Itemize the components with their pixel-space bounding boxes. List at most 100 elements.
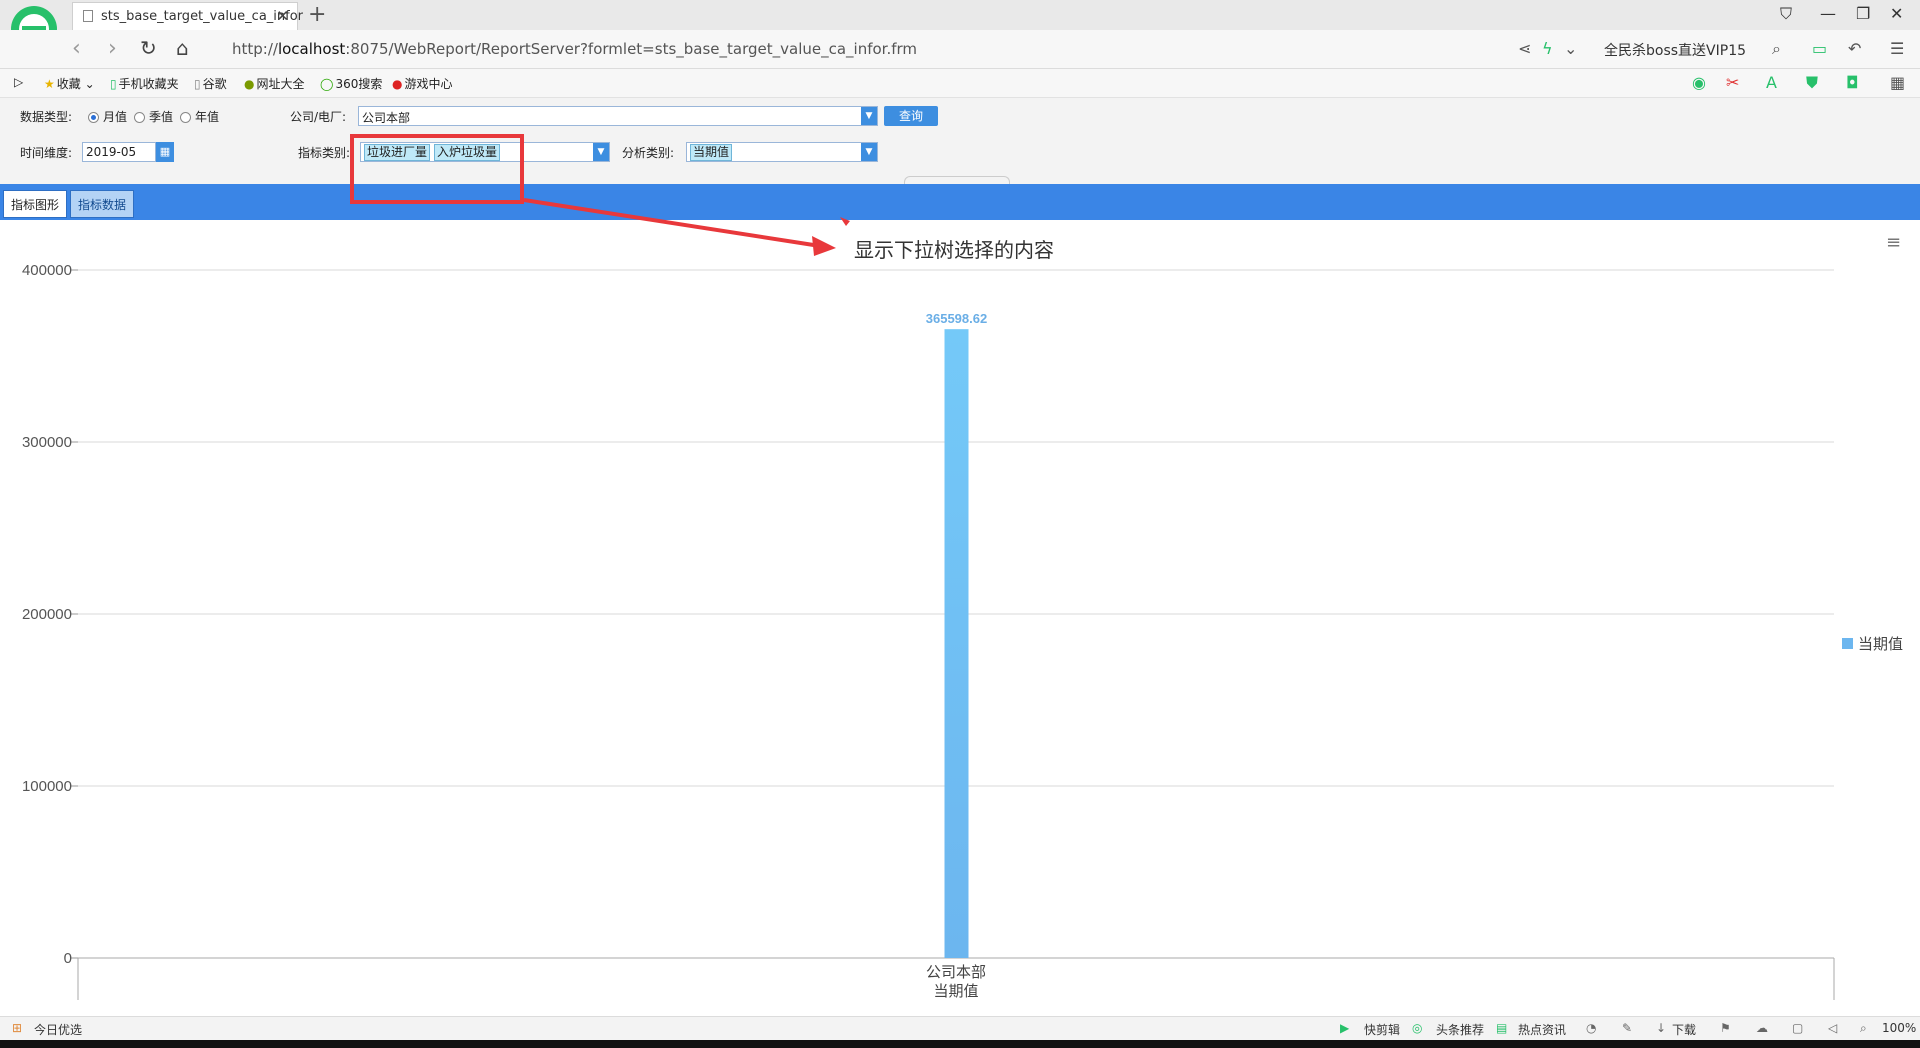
tab-indicator-data[interactable]: 指标数据 bbox=[70, 190, 135, 218]
dropdown-arrow-icon[interactable]: ▼ bbox=[593, 143, 609, 161]
bookmark-google[interactable]: ▯ 谷歌 bbox=[194, 75, 227, 92]
analysis-select[interactable]: 当期值 ▼ bbox=[686, 142, 878, 162]
analysis-label: 分析类别: bbox=[622, 146, 675, 160]
bookmark-label: 手机收藏夹 bbox=[118, 77, 179, 91]
chart-bar bbox=[944, 329, 969, 958]
globe-icon: ● bbox=[244, 77, 255, 91]
promo-link[interactable]: 全民杀boss直送VIP15 bbox=[1604, 40, 1746, 60]
legend-label: 当期值 bbox=[1858, 636, 1903, 653]
apps-grid-icon[interactable]: ▦ bbox=[1890, 73, 1905, 92]
bookmarks-bar: ▷ ★ 收藏 ⌄ ▯ 手机收藏夹 ▯ 谷歌 ● 网址大全 ◯ 360搜索 ● 游戏中心 ◉ … bbox=[0, 69, 1920, 98]
bookmark-mobile[interactable]: ▯ 手机收藏夹 bbox=[110, 75, 179, 92]
close-tab-icon[interactable]: ✕ bbox=[276, 7, 289, 25]
dropdown-arrow-icon[interactable]: ▼ bbox=[861, 143, 877, 161]
data-type-label: 数据类型: bbox=[20, 110, 73, 124]
gamepad-icon[interactable]: ◘ bbox=[1846, 73, 1859, 92]
forward-icon[interactable]: › bbox=[108, 36, 117, 61]
close-window-icon[interactable]: ✕ bbox=[1890, 4, 1903, 23]
bookmark-games[interactable]: ● 游戏中心 bbox=[392, 75, 453, 92]
window-icon[interactable]: ▢ bbox=[1792, 1021, 1803, 1035]
company-select[interactable]: 公司本部 ▼ bbox=[358, 106, 878, 126]
status-item-headlines[interactable]: 头条推荐 bbox=[1436, 1021, 1484, 1038]
y-tick-label: 100000 bbox=[22, 778, 72, 795]
radio-yearly[interactable]: 年值 bbox=[180, 108, 219, 125]
bookmark-favorites[interactable]: ★ 收藏 ⌄ bbox=[44, 75, 95, 92]
radio-unchecked-icon bbox=[134, 112, 145, 123]
shield-icon[interactable]: ⛊ bbox=[1806, 73, 1818, 93]
bookmark-label: 收藏 bbox=[56, 77, 81, 91]
legend-swatch bbox=[1842, 638, 1853, 649]
game-logo-icon: ● bbox=[392, 77, 403, 91]
analysis-chip[interactable]: 当期值 bbox=[690, 144, 733, 161]
cloud-icon[interactable]: ☁ bbox=[1756, 1021, 1768, 1035]
status-today-picks[interactable]: 今日优选 bbox=[34, 1021, 82, 1038]
speed-icon[interactable]: ◔ bbox=[1586, 1021, 1596, 1035]
collapse-panel-handle[interactable] bbox=[904, 176, 1010, 184]
status-bar: ⊞ 今日优选 ▶ 快剪辑 ◎ 头条推荐 ▤ 热点资讯 ◔ ✎ ↓ 下载 ⚑ ☁ … bbox=[0, 1016, 1920, 1041]
zoom-level[interactable]: 100% bbox=[1882, 1021, 1916, 1035]
bookmark-label: 游戏中心 bbox=[404, 77, 453, 91]
x-category-label: 公司本部 bbox=[926, 964, 986, 981]
radio-unchecked-icon bbox=[180, 112, 191, 123]
tab-indicator-chart[interactable]: 指标图形 bbox=[3, 190, 68, 218]
home-icon[interactable]: ⌂ bbox=[176, 36, 189, 60]
lightning-icon[interactable]: ϟ bbox=[1542, 39, 1553, 58]
y-tick-label: 200000 bbox=[22, 606, 72, 623]
translate-icon[interactable]: A bbox=[1766, 73, 1777, 92]
radio-checked-icon bbox=[88, 112, 99, 123]
bookmark-label: 360搜索 bbox=[335, 77, 383, 91]
bookmark-label: 网址大全 bbox=[256, 77, 305, 91]
y-tick-label: 300000 bbox=[22, 434, 72, 451]
y-tick-label: 400000 bbox=[22, 262, 72, 279]
radio-label: 季值 bbox=[149, 110, 174, 124]
pin-icon[interactable]: ✎ bbox=[1622, 1021, 1632, 1035]
os-taskbar bbox=[0, 1040, 1920, 1048]
minimize-icon[interactable]: — bbox=[1820, 4, 1836, 23]
bar-data-label: 365598.62 bbox=[926, 311, 987, 326]
bookmark-360search[interactable]: ◯ 360搜索 bbox=[320, 75, 382, 92]
search-icon[interactable]: ⌕ bbox=[1772, 39, 1781, 59]
address-bar: ‹ › ↻ ⌂ http://localhost:8075/WebReport/… bbox=[0, 30, 1920, 69]
page-icon: ▯ bbox=[194, 77, 201, 91]
flag-icon[interactable]: ⚑ bbox=[1720, 1021, 1731, 1035]
filter-panel: 数据类型: 月值 季值 年值 公司/电厂: 公司本部 ▼ 查询 时间维度: 20… bbox=[0, 98, 1920, 184]
dropdown-arrow-icon[interactable]: ▼ bbox=[861, 107, 877, 125]
battery-icon[interactable]: ▭ bbox=[1812, 39, 1827, 58]
url-path: :8075/WebReport/ReportServer?formlet=sts… bbox=[345, 40, 918, 58]
skin-icon[interactable]: ⛉ bbox=[1780, 4, 1792, 24]
search-logo-icon: ◯ bbox=[320, 77, 334, 91]
speaker-icon[interactable]: ◁ bbox=[1828, 1021, 1837, 1035]
time-dimension-label: 时间维度: bbox=[20, 146, 73, 160]
calendar-icon[interactable]: ▦ bbox=[156, 142, 174, 162]
radio-quarterly[interactable]: 季值 bbox=[134, 108, 173, 125]
status-item-clip[interactable]: 快剪辑 bbox=[1364, 1021, 1400, 1038]
status-item-hotnews[interactable]: 热点资讯 bbox=[1518, 1021, 1566, 1038]
url-host: localhost bbox=[277, 40, 346, 58]
gift-icon: ⊞ bbox=[12, 1021, 23, 1035]
bookmark-label: 谷歌 bbox=[202, 77, 227, 91]
zoom-icon[interactable]: ⌕ bbox=[1860, 1021, 1867, 1036]
menu-icon[interactable]: ☰ bbox=[1890, 39, 1904, 58]
chevron-down-icon[interactable]: ⌄ bbox=[1564, 39, 1577, 58]
share-icon[interactable]: ⋖ bbox=[1518, 39, 1531, 58]
url-field[interactable]: http://localhost:8075/WebReport/ReportSe… bbox=[232, 40, 917, 58]
sidebar-toggle-icon[interactable]: ▷ bbox=[14, 75, 23, 89]
screenshot-scissors-icon[interactable]: ✂ bbox=[1726, 73, 1739, 92]
restore-icon[interactable]: ❐ bbox=[1856, 4, 1870, 23]
undo-icon[interactable]: ↶ bbox=[1848, 39, 1861, 58]
query-button[interactable]: 查询 bbox=[884, 106, 938, 126]
back-icon[interactable]: ‹ bbox=[72, 36, 81, 61]
news-icon: ▤ bbox=[1496, 1021, 1508, 1035]
bookmark-directory[interactable]: ● 网址大全 bbox=[244, 75, 305, 92]
new-tab-icon[interactable]: + bbox=[308, 2, 326, 27]
date-input[interactable]: 2019-05 bbox=[82, 142, 156, 162]
content-tab-strip: 指标图形 指标数据 bbox=[0, 184, 1920, 220]
extension-video-icon[interactable]: ◉ bbox=[1692, 73, 1706, 92]
bar-chart-svg: 4000003000002000001000000365598.62公司本部当期… bbox=[22, 262, 1903, 1000]
refresh-icon[interactable]: ↻ bbox=[140, 36, 157, 60]
star-icon: ★ bbox=[44, 77, 55, 91]
chart-menu-icon[interactable]: ≡ bbox=[1886, 232, 1901, 253]
status-item-download[interactable]: 下载 bbox=[1672, 1021, 1696, 1038]
radio-monthly[interactable]: 月值 bbox=[88, 108, 127, 125]
browser-tab[interactable]: sts_base_target_value_ca_infor ✕ bbox=[72, 2, 303, 30]
